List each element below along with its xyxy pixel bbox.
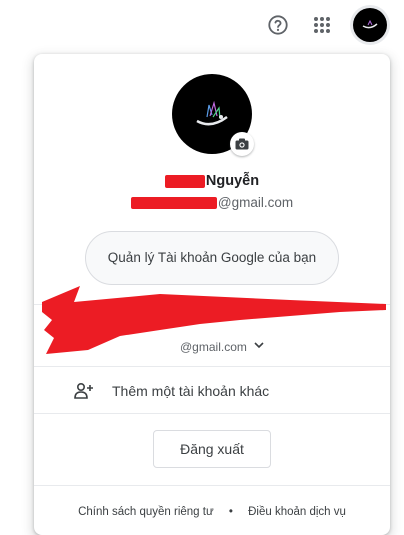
avatar-art-icon <box>362 20 378 29</box>
redaction-mark <box>164 174 205 188</box>
divider <box>34 413 390 414</box>
profile-email: @gmail.com <box>34 195 390 210</box>
top-bar <box>0 0 404 52</box>
divider <box>34 366 390 367</box>
avatar <box>353 8 387 42</box>
person-add-icon <box>74 382 93 399</box>
logout-label: Đăng xuất <box>180 441 244 457</box>
profile-name-text: Nguyễn <box>205 173 260 189</box>
profile-email-text: @gmail.com <box>217 195 294 210</box>
account-panel: Nguyễn @gmail.com Quản lý Tài khoản Goog… <box>34 54 390 535</box>
add-account-item[interactable]: Thêm một tài khoản khác <box>34 372 390 412</box>
change-photo-button[interactable] <box>230 132 254 156</box>
privacy-policy-link[interactable]: Chính sách quyền riêng tư <box>78 506 214 518</box>
help-circle-icon <box>268 15 288 35</box>
apps-grid-icon <box>314 17 330 33</box>
logout-button[interactable]: Đăng xuất <box>153 430 271 468</box>
footer-links: Chính sách quyền riêng tư • Điều khoản d… <box>34 506 390 518</box>
profile-art-icon <box>196 100 228 126</box>
divider <box>34 485 390 486</box>
apps-button[interactable] <box>309 12 335 38</box>
redaction-scribble <box>42 286 386 354</box>
manage-account-label: Quản lý Tài khoản Google của bạn <box>107 250 317 265</box>
manage-account-button[interactable]: Quản lý Tài khoản Google của bạn <box>85 231 339 285</box>
help-button[interactable] <box>265 12 291 38</box>
redaction-mark <box>130 197 217 210</box>
footer-separator: • <box>228 506 233 518</box>
camera-icon <box>235 138 249 150</box>
add-account-label: Thêm một tài khoản khác <box>112 383 270 399</box>
terms-of-service-link[interactable]: Điều khoản dịch vụ <box>248 506 346 518</box>
account-avatar-button[interactable] <box>350 5 390 45</box>
profile-name: Nguyễn <box>34 173 390 189</box>
